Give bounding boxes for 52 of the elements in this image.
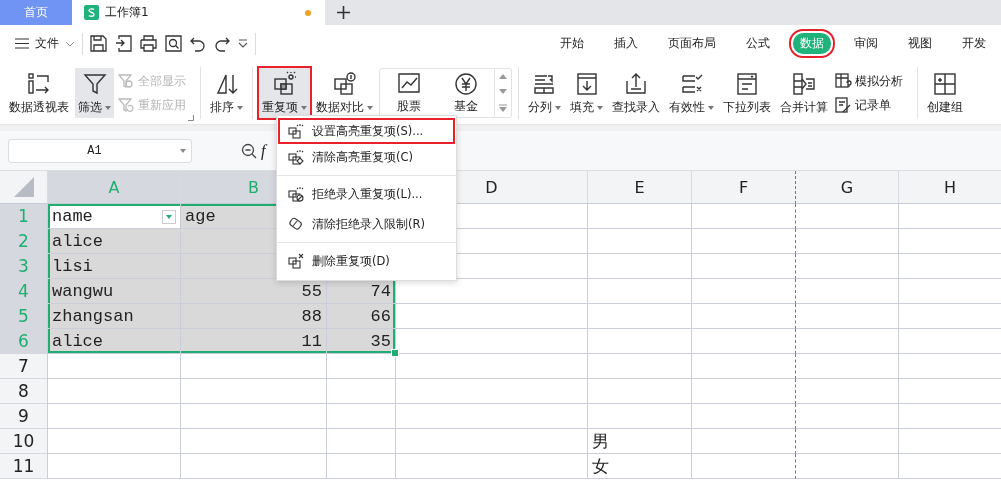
table-cell: name <box>47 204 180 229</box>
column-header[interactable]: E <box>587 171 691 204</box>
ribbon-button[interactable]: 模拟分析 <box>834 72 903 90</box>
table-cell: 男 <box>587 429 691 454</box>
ribbon-button[interactable]: 分列 <box>525 68 564 118</box>
table-cell: lisi <box>47 254 180 279</box>
row-header[interactable]: 10 <box>0 429 47 454</box>
table-cell: 55 <box>180 279 326 304</box>
ribbon-button[interactable]: 排序 <box>207 68 246 118</box>
ribbon-button[interactable]: 数据透视表 <box>6 68 72 118</box>
table-cell: 74 <box>326 279 395 304</box>
gallery-item[interactable]: 股票 <box>380 69 437 117</box>
column-header[interactable]: H <box>898 171 1001 204</box>
file-menu[interactable]: 文件 <box>15 35 75 52</box>
table-cell: 88 <box>180 304 326 329</box>
menu-item[interactable]: 设置高亮重复项(S)... <box>280 120 453 142</box>
function-label[interactable]: f <box>261 141 266 160</box>
table-cell: 11 <box>180 329 326 354</box>
ribbon-button[interactable]: 查找录入 <box>609 68 663 118</box>
ribbon-button[interactable]: 筛选 <box>75 68 114 118</box>
ribbon-button[interactable]: 创建组 <box>924 68 966 118</box>
ribbon-button[interactable]: 合并计算 <box>777 68 831 118</box>
table-cell: wangwu <box>47 279 180 304</box>
menu-item[interactable]: 清除高亮重复项(C) <box>280 142 453 172</box>
ribbon-tab[interactable]: 页面布局 <box>661 33 723 54</box>
ribbon-button[interactable]: 重复项 <box>259 68 310 118</box>
table-cell: zhangsan <box>47 304 180 329</box>
menu-item[interactable]: 删除重复项(D) <box>280 246 453 276</box>
table-cell: alice <box>47 329 180 354</box>
workbook-tab[interactable]: 工作簿1 <box>72 0 325 25</box>
ribbon-button[interactable]: 记录单 <box>834 96 903 114</box>
ribbon-tab[interactable]: 插入 <box>607 33 645 54</box>
ribbon-button[interactable]: 填充 <box>567 68 606 118</box>
ribbon-tab[interactable]: 公式 <box>739 33 777 54</box>
row-header[interactable]: 8 <box>0 379 47 404</box>
column-header[interactable]: G <box>795 171 898 204</box>
ribbon-tab[interactable]: 开发 <box>955 33 993 54</box>
ribbon-button[interactable]: 有效性 <box>666 68 717 118</box>
column-header[interactable]: F <box>691 171 795 204</box>
ribbon-button[interactable]: 下拉列表 <box>720 68 774 118</box>
row-header[interactable]: 9 <box>0 404 47 429</box>
ribbon-tab[interactable]: 开始 <box>553 33 591 54</box>
row-header[interactable]: 11 <box>0 454 47 479</box>
table-cell: 女 <box>587 454 691 479</box>
name-box[interactable]: A1 <box>8 138 192 163</box>
table-cell: alice <box>47 229 180 254</box>
ribbon-tab[interactable]: 视图 <box>901 33 939 54</box>
gallery-item[interactable]: 基金 <box>437 69 494 117</box>
row-header[interactable]: 7 <box>0 354 47 379</box>
table-cell: 66 <box>326 304 395 329</box>
ribbon-button[interactable]: 数据对比 <box>313 68 376 118</box>
ribbon-tab[interactable]: 审阅 <box>847 33 885 54</box>
